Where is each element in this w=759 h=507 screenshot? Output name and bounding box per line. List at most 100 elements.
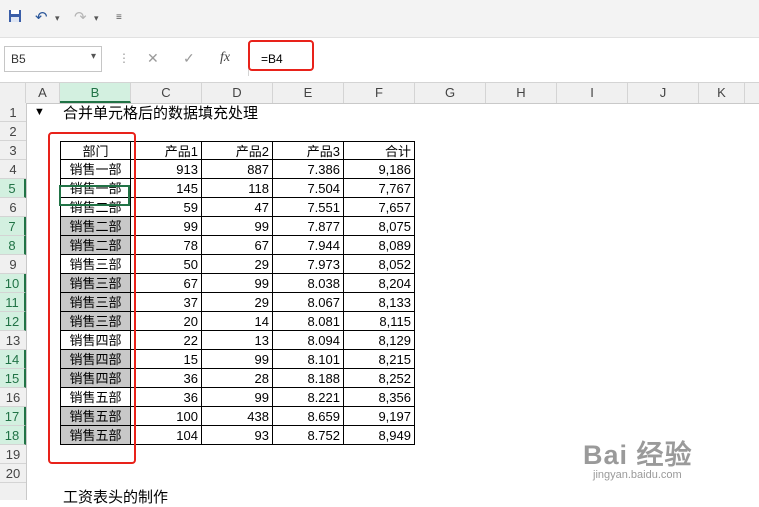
table-cell[interactable]: 145 [131,179,202,198]
table-cell[interactable]: 8,052 [344,255,415,274]
column-header-f[interactable]: F [344,83,415,103]
row-header-20[interactable]: 20 [0,464,26,483]
undo-icon[interactable]: ↶ [35,9,48,27]
row-header-7[interactable]: 7 [0,217,26,236]
table-cell[interactable]: 67 [131,274,202,293]
row-header-17[interactable]: 17 [0,407,26,426]
chevron-down-icon[interactable]: ▾ [91,51,96,62]
row-header-15[interactable]: 15 [0,369,26,388]
table-cell[interactable]: 8,075 [344,217,415,236]
row-header-11[interactable]: 11 [0,293,26,312]
redo-icon[interactable]: ↷ [74,9,87,27]
row-header-8[interactable]: 8 [0,236,26,255]
row-header-6[interactable]: 6 [0,198,26,217]
row-header-1[interactable]: 1 [0,103,26,122]
table-cell[interactable]: 8.659 [273,407,344,426]
table-cell[interactable]: 8,215 [344,350,415,369]
table-cell[interactable]: 8,252 [344,369,415,388]
collapse-arrow-icon[interactable]: ▼ [34,106,45,118]
table-cell[interactable]: 93 [202,426,273,445]
undo-dropdown-icon[interactable]: ▾ [55,9,60,27]
row-header-4[interactable]: 4 [0,160,26,179]
row-header-2[interactable]: 2 [0,122,26,141]
row-header-5[interactable]: 5 [0,179,26,198]
column-header-g[interactable]: G [415,83,486,103]
table-cell[interactable]: 8.221 [273,388,344,407]
table-cell[interactable]: 14 [202,312,273,331]
table-cell[interactable]: 9,197 [344,407,415,426]
table-cell[interactable]: 50 [131,255,202,274]
table-cell[interactable]: 8.094 [273,331,344,350]
table-cell[interactable]: 8,133 [344,293,415,312]
table-cell[interactable]: 8.188 [273,369,344,388]
enter-icon[interactable]: ✓ [183,50,195,66]
table-cell[interactable]: 104 [131,426,202,445]
table-cell[interactable]: 15 [131,350,202,369]
row-header-3[interactable]: 3 [0,141,26,160]
table-cell[interactable]: 913 [131,160,202,179]
table-cell[interactable]: 8.067 [273,293,344,312]
table-header-cell[interactable]: 产品1 [131,141,202,160]
redo-dropdown-icon[interactable]: ▾ [94,9,99,27]
table-cell[interactable]: 29 [202,255,273,274]
column-header-b[interactable]: B [60,83,131,103]
row-header-19[interactable]: 19 [0,445,26,464]
table-cell[interactable]: 99 [202,350,273,369]
table-cell[interactable]: 7.944 [273,236,344,255]
table-cell[interactable]: 118 [202,179,273,198]
cancel-icon[interactable]: ✕ [147,50,159,66]
table-cell[interactable]: 7.877 [273,217,344,236]
row-header-10[interactable]: 10 [0,274,26,293]
row-header-12[interactable]: 12 [0,312,26,331]
table-cell[interactable]: 99 [131,217,202,236]
table-cell[interactable]: 28 [202,369,273,388]
table-cell[interactable]: 438 [202,407,273,426]
row-header-13[interactable]: 13 [0,331,26,350]
table-cell[interactable]: 36 [131,369,202,388]
column-header-j[interactable]: J [628,83,699,103]
column-header-k[interactable]: K [699,83,745,103]
table-cell[interactable]: 99 [202,274,273,293]
table-cell[interactable]: 8,129 [344,331,415,350]
table-cell[interactable]: 9,186 [344,160,415,179]
table-cell[interactable]: 22 [131,331,202,350]
row-header-16[interactable]: 16 [0,388,26,407]
table-cell[interactable]: 37 [131,293,202,312]
row-header-14[interactable]: 14 [0,350,26,369]
table-cell[interactable]: 47 [202,198,273,217]
formula-input[interactable]: =B4 [248,42,759,76]
table-cell[interactable]: 887 [202,160,273,179]
customize-quick-access-icon[interactable]: ≡ [116,9,122,27]
table-cell[interactable]: 7.973 [273,255,344,274]
table-cell[interactable]: 59 [131,198,202,217]
select-all-corner[interactable] [0,83,26,103]
table-cell[interactable]: 67 [202,236,273,255]
table-cell[interactable]: 99 [202,217,273,236]
table-header-cell[interactable]: 合计 [344,141,415,160]
table-header-cell[interactable]: 产品2 [202,141,273,160]
table-cell[interactable]: 100 [131,407,202,426]
table-cell[interactable]: 7.551 [273,198,344,217]
table-cell[interactable]: 36 [131,388,202,407]
table-cell[interactable]: 7.386 [273,160,344,179]
row-header-18[interactable]: 18 [0,426,26,445]
column-header-e[interactable]: E [273,83,344,103]
column-header-c[interactable]: C [131,83,202,103]
table-cell[interactable]: 8,204 [344,274,415,293]
table-cell[interactable]: 8,089 [344,236,415,255]
column-header-d[interactable]: D [202,83,273,103]
insert-function-icon[interactable]: fx [220,50,230,66]
table-cell[interactable]: 7.504 [273,179,344,198]
save-icon[interactable] [8,9,22,28]
table-cell[interactable]: 20 [131,312,202,331]
table-cell[interactable]: 8,115 [344,312,415,331]
table-cell[interactable]: 99 [202,388,273,407]
column-header-a[interactable]: A [26,83,60,103]
name-box[interactable]: B5 ▾ [4,46,102,72]
table-cell[interactable]: 29 [202,293,273,312]
column-header-h[interactable]: H [486,83,557,103]
column-header-i[interactable]: I [557,83,628,103]
table-cell[interactable]: 7,657 [344,198,415,217]
table-header-cell[interactable]: 产品3 [273,141,344,160]
table-cell[interactable]: 13 [202,331,273,350]
